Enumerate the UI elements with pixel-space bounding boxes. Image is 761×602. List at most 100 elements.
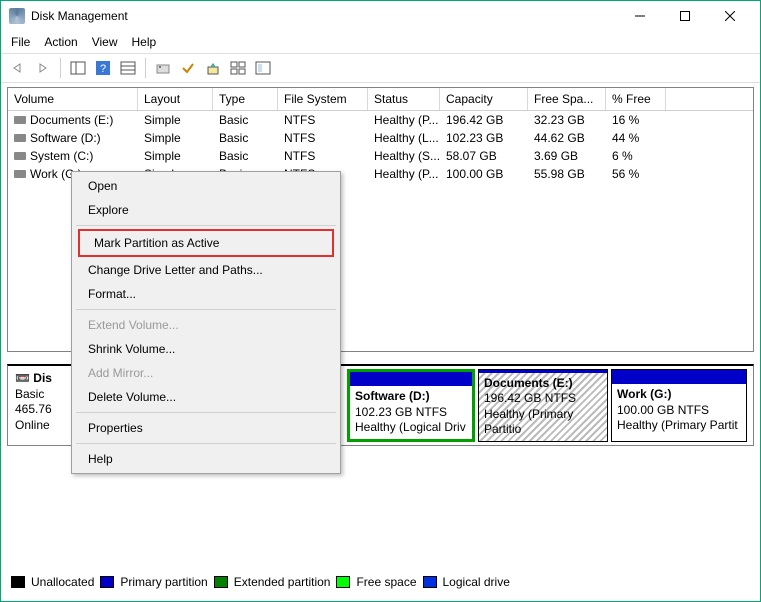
action1-button[interactable]: [202, 57, 224, 79]
col-layout[interactable]: Layout: [138, 88, 213, 110]
cell-type: Basic: [213, 148, 278, 164]
table-row[interactable]: Software (D:) SimpleBasicNTFSHealthy (L..…: [8, 129, 753, 147]
menu-view[interactable]: View: [92, 35, 118, 49]
partition-health: Healthy (Logical Driv: [355, 420, 466, 434]
cm-shrink[interactable]: Shrink Volume...: [74, 337, 338, 361]
forward-button[interactable]: [32, 57, 54, 79]
up-icon: [206, 61, 220, 75]
cm-delete[interactable]: Delete Volume...: [74, 385, 338, 409]
cell-capacity: 196.42 GB: [440, 112, 528, 128]
cell-status: Healthy (S...: [368, 148, 440, 164]
menu-file[interactable]: File: [11, 35, 30, 49]
volume-icon: [14, 152, 26, 160]
cell-free: 44.62 GB: [528, 130, 606, 146]
col-fs[interactable]: File System: [278, 88, 368, 110]
cm-properties[interactable]: Properties: [74, 416, 338, 440]
close-button[interactable]: [707, 2, 752, 30]
toolbar: ?: [1, 53, 760, 83]
toolbar-separator: [60, 58, 61, 78]
legend-extended: Extended partition: [234, 575, 331, 589]
action2-button[interactable]: [227, 57, 249, 79]
partition[interactable]: Work (G:)100.00 GB NTFSHealthy (Primary …: [611, 369, 747, 442]
maximize-button[interactable]: [662, 2, 707, 30]
table-header: Volume Layout Type File System Status Ca…: [8, 88, 753, 111]
legend: Unallocated Primary partition Extended p…: [11, 575, 510, 589]
col-type[interactable]: Type: [213, 88, 278, 110]
cm-open[interactable]: Open: [74, 174, 338, 198]
titlebar: Disk Management: [1, 1, 760, 31]
cell-layout: Simple: [138, 130, 213, 146]
cell-fs: NTFS: [278, 112, 368, 128]
refresh-button[interactable]: [152, 57, 174, 79]
table-row[interactable]: Documents (E:)SimpleBasicNTFSHealthy (P.…: [8, 111, 753, 129]
back-button[interactable]: [7, 57, 29, 79]
cm-change-letter[interactable]: Change Drive Letter and Paths...: [74, 258, 338, 282]
col-volume[interactable]: Volume: [8, 88, 138, 110]
partition-header: [612, 370, 746, 384]
minimize-button[interactable]: [617, 2, 662, 30]
legend-unallocated: Unallocated: [31, 575, 94, 589]
check-button[interactable]: [177, 57, 199, 79]
cm-format[interactable]: Format...: [74, 282, 338, 306]
cm-explore[interactable]: Explore: [74, 198, 338, 222]
cell-status: Healthy (P...: [368, 166, 440, 182]
legend-logical: Logical drive: [443, 575, 510, 589]
swatch-logical: [423, 576, 437, 588]
volume-name: Software (D:): [30, 131, 101, 145]
cm-help[interactable]: Help: [74, 447, 338, 471]
detail-icon: [255, 61, 271, 75]
refresh-icon: [155, 61, 171, 75]
menu-help[interactable]: Help: [132, 35, 157, 49]
context-menu: Open Explore Mark Partition as Active Ch…: [71, 171, 341, 474]
table-row[interactable]: System (C:)SimpleBasicNTFSHealthy (S...5…: [8, 147, 753, 165]
cell-type: Basic: [213, 130, 278, 146]
cm-mark-active[interactable]: Mark Partition as Active: [80, 231, 332, 255]
volume-icon: [14, 116, 26, 124]
volume-name: Documents (E:): [30, 113, 113, 127]
show-hide-button[interactable]: [67, 57, 89, 79]
action3-button[interactable]: [252, 57, 274, 79]
maximize-icon: [680, 11, 690, 21]
partition-name: Documents (E:): [484, 376, 573, 390]
help-icon: ?: [95, 60, 111, 76]
help-button[interactable]: ?: [92, 57, 114, 79]
disk-status: Online: [15, 418, 50, 432]
cell-layout: Simple: [138, 148, 213, 164]
volume-icon: [14, 134, 26, 142]
cell-pct: 56 %: [606, 166, 666, 182]
swatch-extended: [214, 576, 228, 588]
legend-free: Free space: [356, 575, 416, 589]
disk-size: 465.76: [15, 402, 52, 416]
partition-name: Software (D:): [355, 389, 430, 403]
cell-status: Healthy (L...: [368, 130, 440, 146]
partition-size: 102.23 GB NTFS: [355, 405, 447, 419]
volume-name: System (C:): [30, 149, 93, 163]
cell-capacity: 102.23 GB: [440, 130, 528, 146]
cell-pct: 44 %: [606, 130, 666, 146]
col-pct[interactable]: % Free: [606, 88, 666, 110]
minimize-icon: [635, 11, 645, 21]
cell-pct: 16 %: [606, 112, 666, 128]
list-view-button[interactable]: [117, 57, 139, 79]
partition-size: 196.42 GB NTFS: [484, 391, 576, 405]
partition[interactable]: Software (D:) 102.23 GB NTFSHealthy (Logi…: [347, 369, 475, 442]
cm-add-mirror: Add Mirror...: [74, 361, 338, 385]
list-icon: [120, 61, 136, 75]
col-capacity[interactable]: Capacity: [440, 88, 528, 110]
close-icon: [725, 11, 735, 21]
col-status[interactable]: Status: [368, 88, 440, 110]
disk-type: Basic: [15, 387, 44, 401]
partition-name: Work (G:): [617, 387, 671, 401]
disk-label: 📼 Dis Basic 465.76 Online: [11, 369, 71, 442]
partition[interactable]: Documents (E:)196.42 GB NTFSHealthy (Pri…: [478, 369, 608, 442]
back-icon: [11, 62, 25, 74]
cell-free: 3.69 GB: [528, 148, 606, 164]
cell-type: Basic: [213, 112, 278, 128]
col-free[interactable]: Free Spa...: [528, 88, 606, 110]
menu-action[interactable]: Action: [44, 35, 77, 49]
cell-fs: NTFS: [278, 148, 368, 164]
check-icon: [181, 61, 195, 75]
app-icon: [9, 8, 25, 24]
cell-fs: NTFS: [278, 130, 368, 146]
disk-icon: 📼: [15, 371, 33, 385]
